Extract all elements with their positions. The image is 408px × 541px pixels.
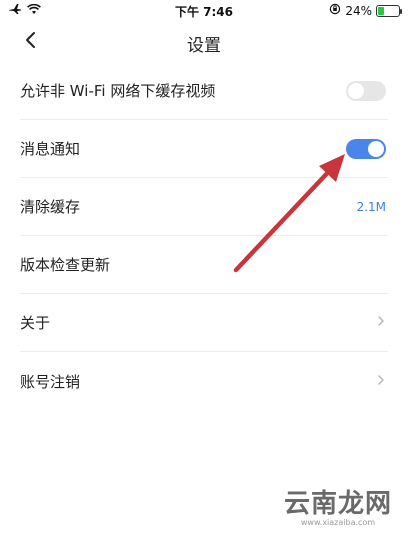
row-right: 2.1M (357, 178, 386, 235)
lock-rotation-icon (329, 3, 341, 18)
row-right (376, 352, 386, 410)
chevron-right-icon (376, 313, 386, 332)
status-right: 24% (329, 3, 402, 18)
notifications-toggle[interactable] (346, 138, 386, 159)
setting-row-notifications[interactable]: 消息通知 (20, 120, 388, 178)
toggle-knob (368, 140, 384, 157)
setting-row-clear-cache[interactable]: 清除缓存 2.1M (20, 178, 388, 236)
row-right (346, 62, 386, 119)
setting-label: 允许非 Wi-Fi 网络下缓存视频 (20, 82, 216, 100)
page-title: 设置 (187, 36, 221, 56)
nav-bar: 设置 (0, 22, 408, 62)
toggle-knob (348, 82, 364, 99)
setting-row-about[interactable]: 关于 (20, 294, 388, 352)
row-right (346, 120, 386, 177)
settings-screen: 下午 7:46 24% 设置 允许非 Wi-Fi 网络下缓存视频 消息通知 清除… (0, 0, 408, 541)
setting-row-check-update[interactable]: 版本检查更新 (20, 236, 388, 294)
setting-label: 关于 (20, 314, 51, 332)
status-bar: 下午 7:46 24% (0, 0, 408, 22)
row-right (376, 294, 386, 351)
setting-label: 消息通知 (20, 140, 81, 158)
watermark-brand: 云南龙网 (283, 489, 392, 519)
cache-video-toggle[interactable] (346, 80, 386, 101)
settings-list: 允许非 Wi-Fi 网络下缓存视频 消息通知 清除缓存 2.1M 版本检查更新 (0, 62, 408, 410)
setting-label: 清除缓存 (20, 198, 81, 216)
battery-icon (376, 4, 402, 17)
setting-row-cache-video-non-wifi[interactable]: 允许非 Wi-Fi 网络下缓存视频 (20, 62, 388, 120)
setting-label: 账号注销 (20, 372, 81, 391)
watermark: 云南龙网 www.xiazaiba.com (284, 483, 392, 527)
chevron-right-icon (376, 372, 386, 391)
setting-label: 版本检查更新 (20, 256, 111, 274)
battery-percent: 24% (345, 3, 372, 18)
setting-row-delete-account[interactable]: 账号注销 (20, 352, 388, 410)
cache-size-value: 2.1M (356, 199, 386, 214)
